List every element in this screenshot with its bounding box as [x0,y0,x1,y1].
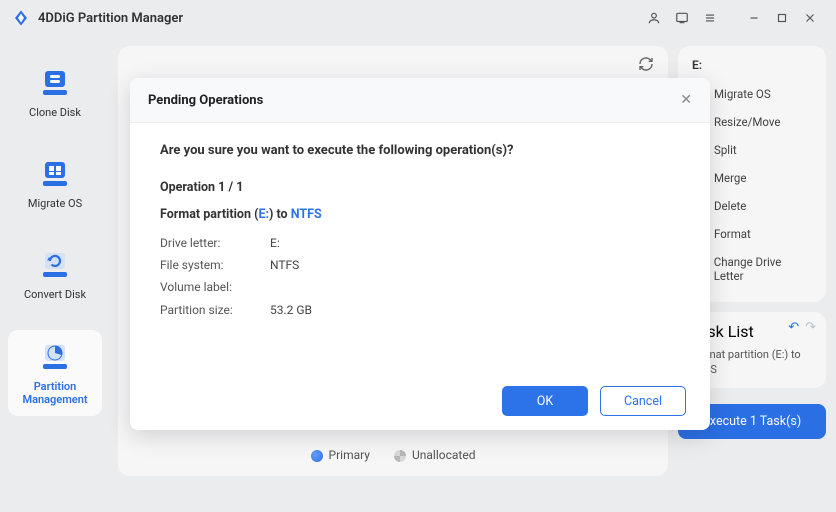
row-volume-label: Volume label: [160,276,680,298]
row-partition-size: Partition size:53.2 GB [160,299,680,321]
dialog-body: Are you sure you want to execute the fol… [130,123,710,372]
pending-operations-dialog: Pending Operations ✕ Are you sure you wa… [130,78,710,430]
dialog-title: Pending Operations [148,93,680,108]
ok-button[interactable]: OK [502,386,588,416]
cancel-button[interactable]: Cancel [600,386,686,416]
operation-counter: Operation 1 / 1 [160,180,680,195]
row-drive-letter: Drive letter:E: [160,232,680,254]
close-icon[interactable]: ✕ [680,92,692,108]
dialog-header: Pending Operations ✕ [130,78,710,123]
row-file-system: File system:NTFS [160,254,680,276]
operation-title: Format partition (E:) to NTFS [160,207,680,222]
dialog-footer: OK Cancel [130,372,710,430]
confirm-text: Are you sure you want to execute the fol… [160,143,680,158]
